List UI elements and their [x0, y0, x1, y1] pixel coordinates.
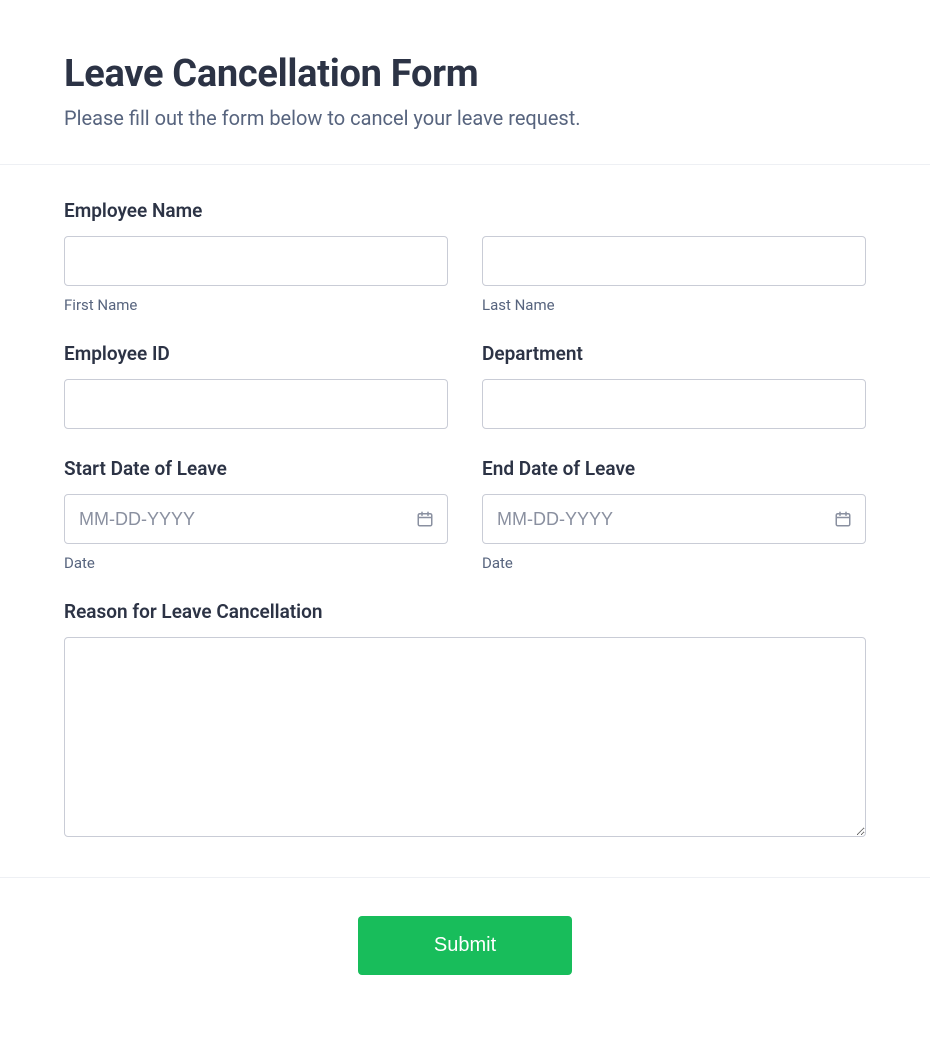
form-body: Employee Name First Name Last Name Emplo…	[0, 165, 930, 877]
department-label: Department	[482, 342, 866, 365]
employee-id-input[interactable]	[64, 379, 448, 429]
submit-button[interactable]: Submit	[358, 916, 572, 975]
start-date-input[interactable]	[64, 494, 448, 544]
employee-name-label: Employee Name	[64, 199, 866, 222]
end-date-sublabel: Date	[482, 554, 866, 572]
form-header: Leave Cancellation Form Please fill out …	[0, 0, 930, 165]
page-title: Leave Cancellation Form	[64, 52, 866, 96]
reason-label: Reason for Leave Cancellation	[64, 600, 866, 623]
first-name-input[interactable]	[64, 236, 448, 286]
dates-section: Start Date of Leave Date End Date of Lea…	[64, 457, 866, 572]
last-name-input[interactable]	[482, 236, 866, 286]
reason-section: Reason for Leave Cancellation	[64, 600, 866, 841]
department-input[interactable]	[482, 379, 866, 429]
start-date-label: Start Date of Leave	[64, 457, 448, 480]
employee-id-label: Employee ID	[64, 342, 448, 365]
form-footer: Submit	[0, 877, 930, 1015]
end-date-input[interactable]	[482, 494, 866, 544]
employee-name-section: Employee Name First Name Last Name	[64, 199, 866, 314]
first-name-sublabel: First Name	[64, 296, 448, 314]
start-date-sublabel: Date	[64, 554, 448, 572]
end-date-label: End Date of Leave	[482, 457, 866, 480]
page-subtitle: Please fill out the form below to cancel…	[64, 106, 866, 130]
leave-cancellation-form: Leave Cancellation Form Please fill out …	[0, 0, 930, 1015]
id-dept-section: Employee ID Department	[64, 342, 866, 429]
last-name-sublabel: Last Name	[482, 296, 866, 314]
reason-textarea[interactable]	[64, 637, 866, 837]
